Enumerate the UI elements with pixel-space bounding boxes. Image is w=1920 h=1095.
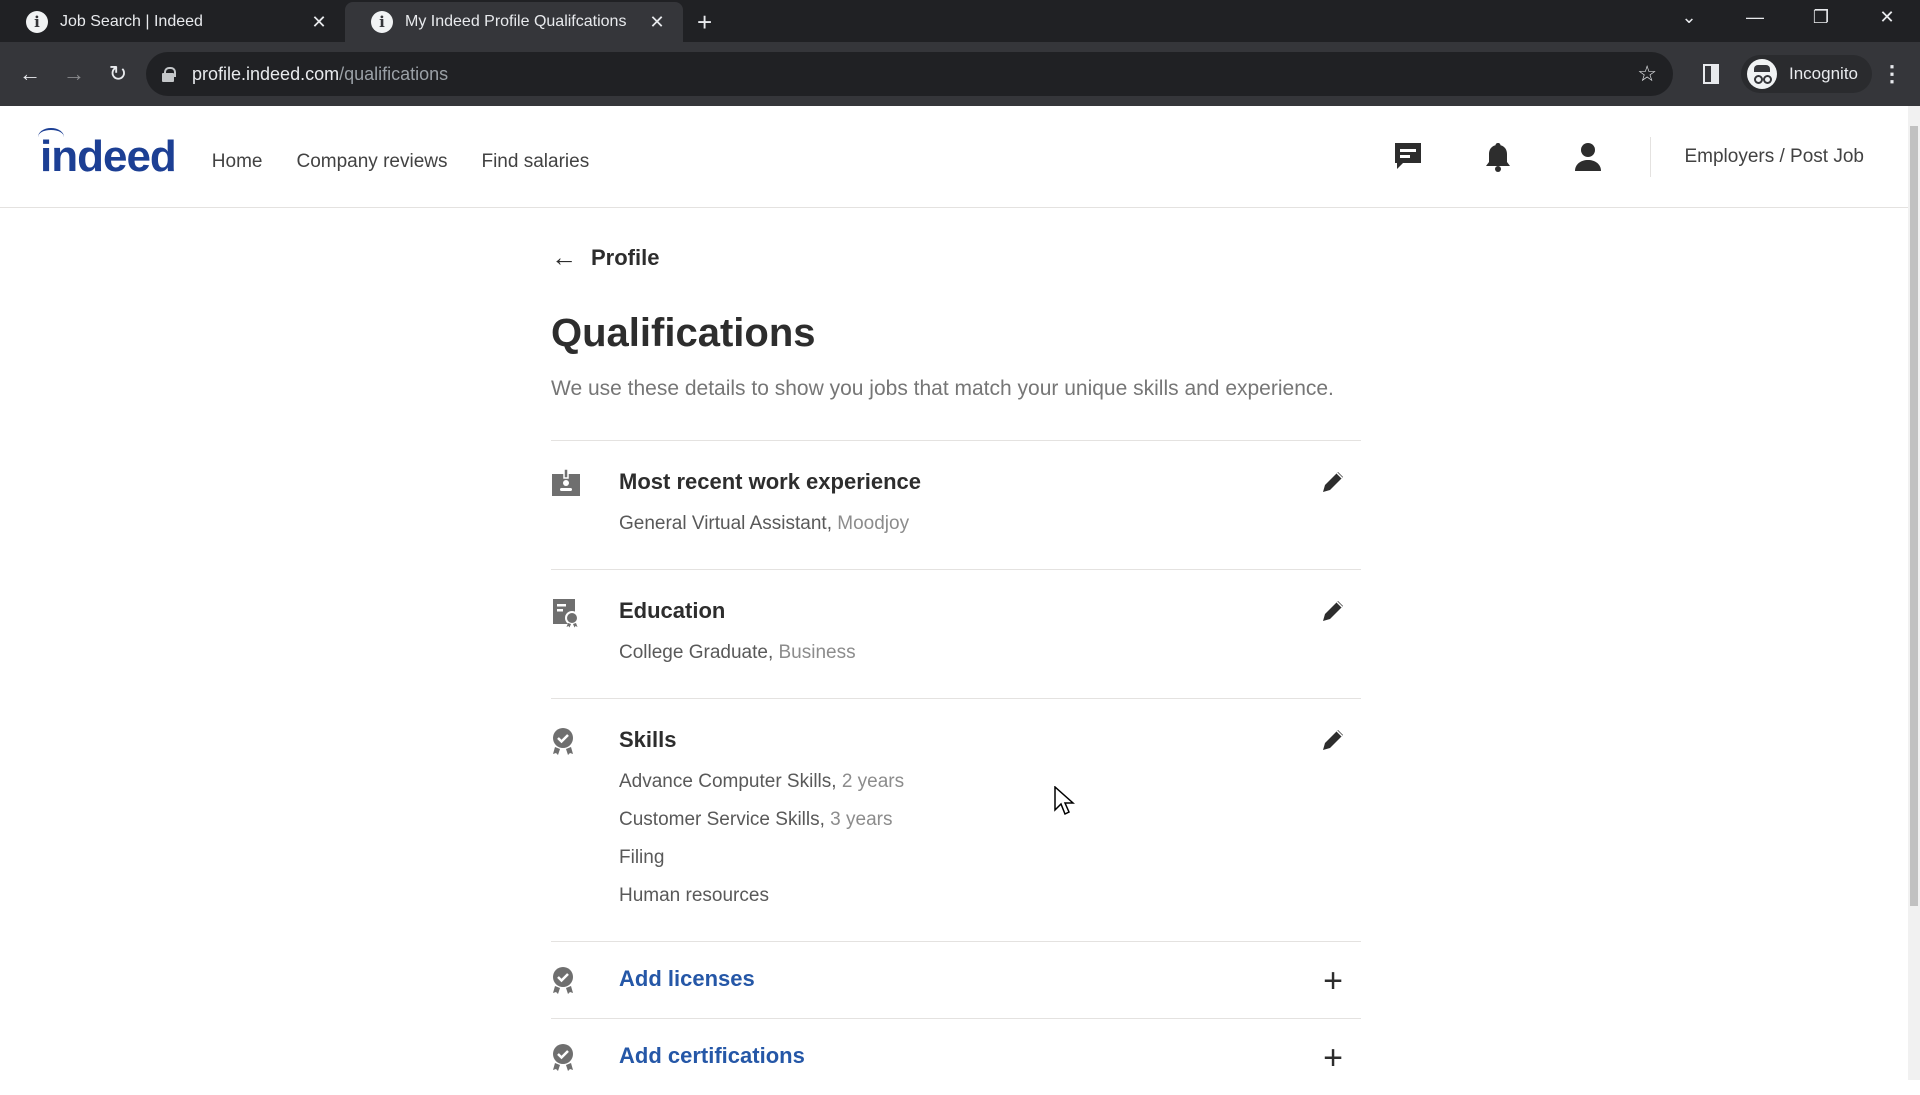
work-experience-entry: General Virtual Assistant, Moodjoy	[619, 513, 910, 534]
edit-skills-button[interactable]	[1313, 725, 1353, 915]
scrollbar-thumb[interactable]	[1910, 126, 1918, 906]
edit-education-button[interactable]	[1313, 596, 1353, 672]
close-window-icon[interactable]: ✕	[1854, 7, 1920, 28]
site-header: indeed Home Company reviews Find salarie…	[0, 106, 1908, 208]
skill-entry: Filing	[619, 839, 1313, 877]
pencil-icon	[1323, 472, 1343, 492]
indeed-favicon-icon: i	[26, 11, 48, 33]
page-subtitle: We use these details to show you jobs th…	[551, 377, 1334, 400]
incognito-label: Incognito	[1789, 64, 1858, 83]
back-to-profile-link[interactable]: ← Profile	[551, 242, 1361, 273]
url-host: profile.indeed.com	[192, 63, 340, 84]
education-entry: College Graduate, Business	[619, 642, 856, 663]
browser-tab-qualifications[interactable]: i My Indeed Profile Qualifcations ✕	[345, 2, 683, 42]
company-name: Moodjoy	[837, 513, 910, 534]
add-licenses-link[interactable]: Add licenses	[619, 964, 1313, 994]
section-work-experience: Most recent work experience General Virt…	[551, 440, 1361, 569]
certifications-award-icon	[551, 1041, 619, 1073]
skill-entry: Advance Computer Skills, 2 years	[619, 771, 905, 792]
page: indeed Home Company reviews Find salarie…	[0, 106, 1908, 1080]
plus-icon: +	[1323, 962, 1343, 1000]
qualifications-content: ← Profile Qualifications We use these de…	[551, 208, 1361, 1095]
browser-tab-job-search[interactable]: i Job Search | Indeed ✕	[0, 2, 345, 42]
add-certifications-button[interactable]: +	[1313, 1039, 1353, 1077]
add-licenses-button[interactable]: +	[1313, 962, 1353, 1000]
messages-icon[interactable]	[1388, 137, 1428, 177]
header-actions: Employers / Post Job	[1338, 106, 1864, 208]
close-tab-icon[interactable]: ✕	[647, 12, 667, 33]
browser-toolbar: ← → ↻ profile.indeed.com /qualifications…	[0, 42, 1920, 106]
tab-title: Job Search | Indeed	[60, 13, 203, 30]
pencil-icon	[1323, 730, 1343, 750]
bookmark-star-icon[interactable]: ☆	[1637, 61, 1657, 87]
skill-name: Advance Computer Skills	[619, 771, 832, 792]
browser-tab-bar: i Job Search | Indeed ✕ i My Indeed Prof…	[0, 0, 1920, 42]
header-divider	[1650, 137, 1652, 177]
skill-name: Customer Service Skills	[619, 809, 820, 830]
section-title: Most recent work experience	[619, 469, 922, 494]
account-icon[interactable]	[1568, 137, 1608, 177]
restore-icon[interactable]: ❐	[1788, 7, 1854, 28]
back-label: Profile	[591, 244, 660, 270]
lock-icon[interactable]	[162, 67, 176, 82]
close-tab-icon[interactable]: ✕	[309, 12, 329, 33]
indeed-favicon-icon: i	[371, 11, 393, 33]
minimize-icon[interactable]: —	[1722, 7, 1788, 28]
tab-search-icon[interactable]: ⌄	[1656, 7, 1722, 28]
skill-entry: Human resources	[619, 877, 1313, 915]
url-path: /qualifications	[339, 63, 449, 84]
section-title: Skills	[619, 727, 677, 752]
add-certifications-link[interactable]: Add certifications	[619, 1041, 1313, 1071]
skill-years: 2 years	[841, 771, 905, 792]
window-controls: ⌄ — ❐ ✕	[1656, 0, 1920, 34]
forward-icon[interactable]: →	[52, 52, 96, 96]
employers-post-job-link[interactable]: Employers / Post Job	[1684, 146, 1864, 168]
edit-work-experience-button[interactable]	[1313, 467, 1353, 543]
degree-level: College Graduate	[619, 642, 768, 663]
new-tab-button[interactable]: +	[697, 2, 712, 42]
mouse-cursor-icon	[1054, 786, 1075, 816]
tab-title: My Indeed Profile Qualifcations	[405, 13, 627, 30]
field-of-study: Business	[778, 642, 856, 663]
skill-name: Human resources	[619, 885, 769, 906]
reload-icon[interactable]: ↻	[96, 52, 140, 96]
back-icon[interactable]: ←	[8, 52, 52, 96]
licenses-award-icon	[551, 964, 619, 996]
address-bar[interactable]: profile.indeed.com /qualifications ☆	[146, 52, 1673, 96]
notifications-icon[interactable]	[1478, 137, 1518, 177]
plus-icon: +	[1323, 1039, 1343, 1077]
arrow-left-icon: ←	[551, 242, 577, 272]
incognito-profile-button[interactable]: Incognito	[1741, 55, 1872, 93]
main-nav: Home Company reviews Find salaries	[212, 151, 589, 173]
section-title: Education	[619, 598, 726, 623]
section-add-certifications[interactable]: Add certifications +	[551, 1018, 1361, 1095]
page-title: Qualifications	[551, 311, 816, 355]
section-add-licenses[interactable]: Add licenses +	[551, 941, 1361, 1018]
skill-entry: Customer Service Skills, 3 years	[619, 809, 893, 830]
nav-find-salaries[interactable]: Find salaries	[481, 151, 589, 173]
nav-home[interactable]: Home	[212, 151, 263, 173]
skill-name: Filing	[619, 847, 665, 868]
section-education: Education College Graduate, Business	[551, 569, 1361, 698]
job-title: General Virtual Assistant	[619, 513, 827, 534]
incognito-icon	[1747, 59, 1777, 89]
pencil-icon	[1323, 601, 1343, 621]
work-badge-icon	[551, 467, 619, 543]
browser-menu-icon[interactable]: ⋮	[1872, 61, 1912, 87]
skills-award-icon	[551, 725, 619, 915]
education-certificate-icon	[551, 596, 619, 672]
section-skills: Skills Advance Computer Skills, 2 years …	[551, 698, 1361, 941]
nav-company-reviews[interactable]: Company reviews	[296, 151, 447, 173]
page-scrollbar[interactable]	[1908, 106, 1920, 1080]
indeed-logo[interactable]: indeed	[38, 127, 177, 182]
side-panel-icon[interactable]	[1703, 64, 1719, 84]
skill-years: 3 years	[830, 809, 893, 830]
